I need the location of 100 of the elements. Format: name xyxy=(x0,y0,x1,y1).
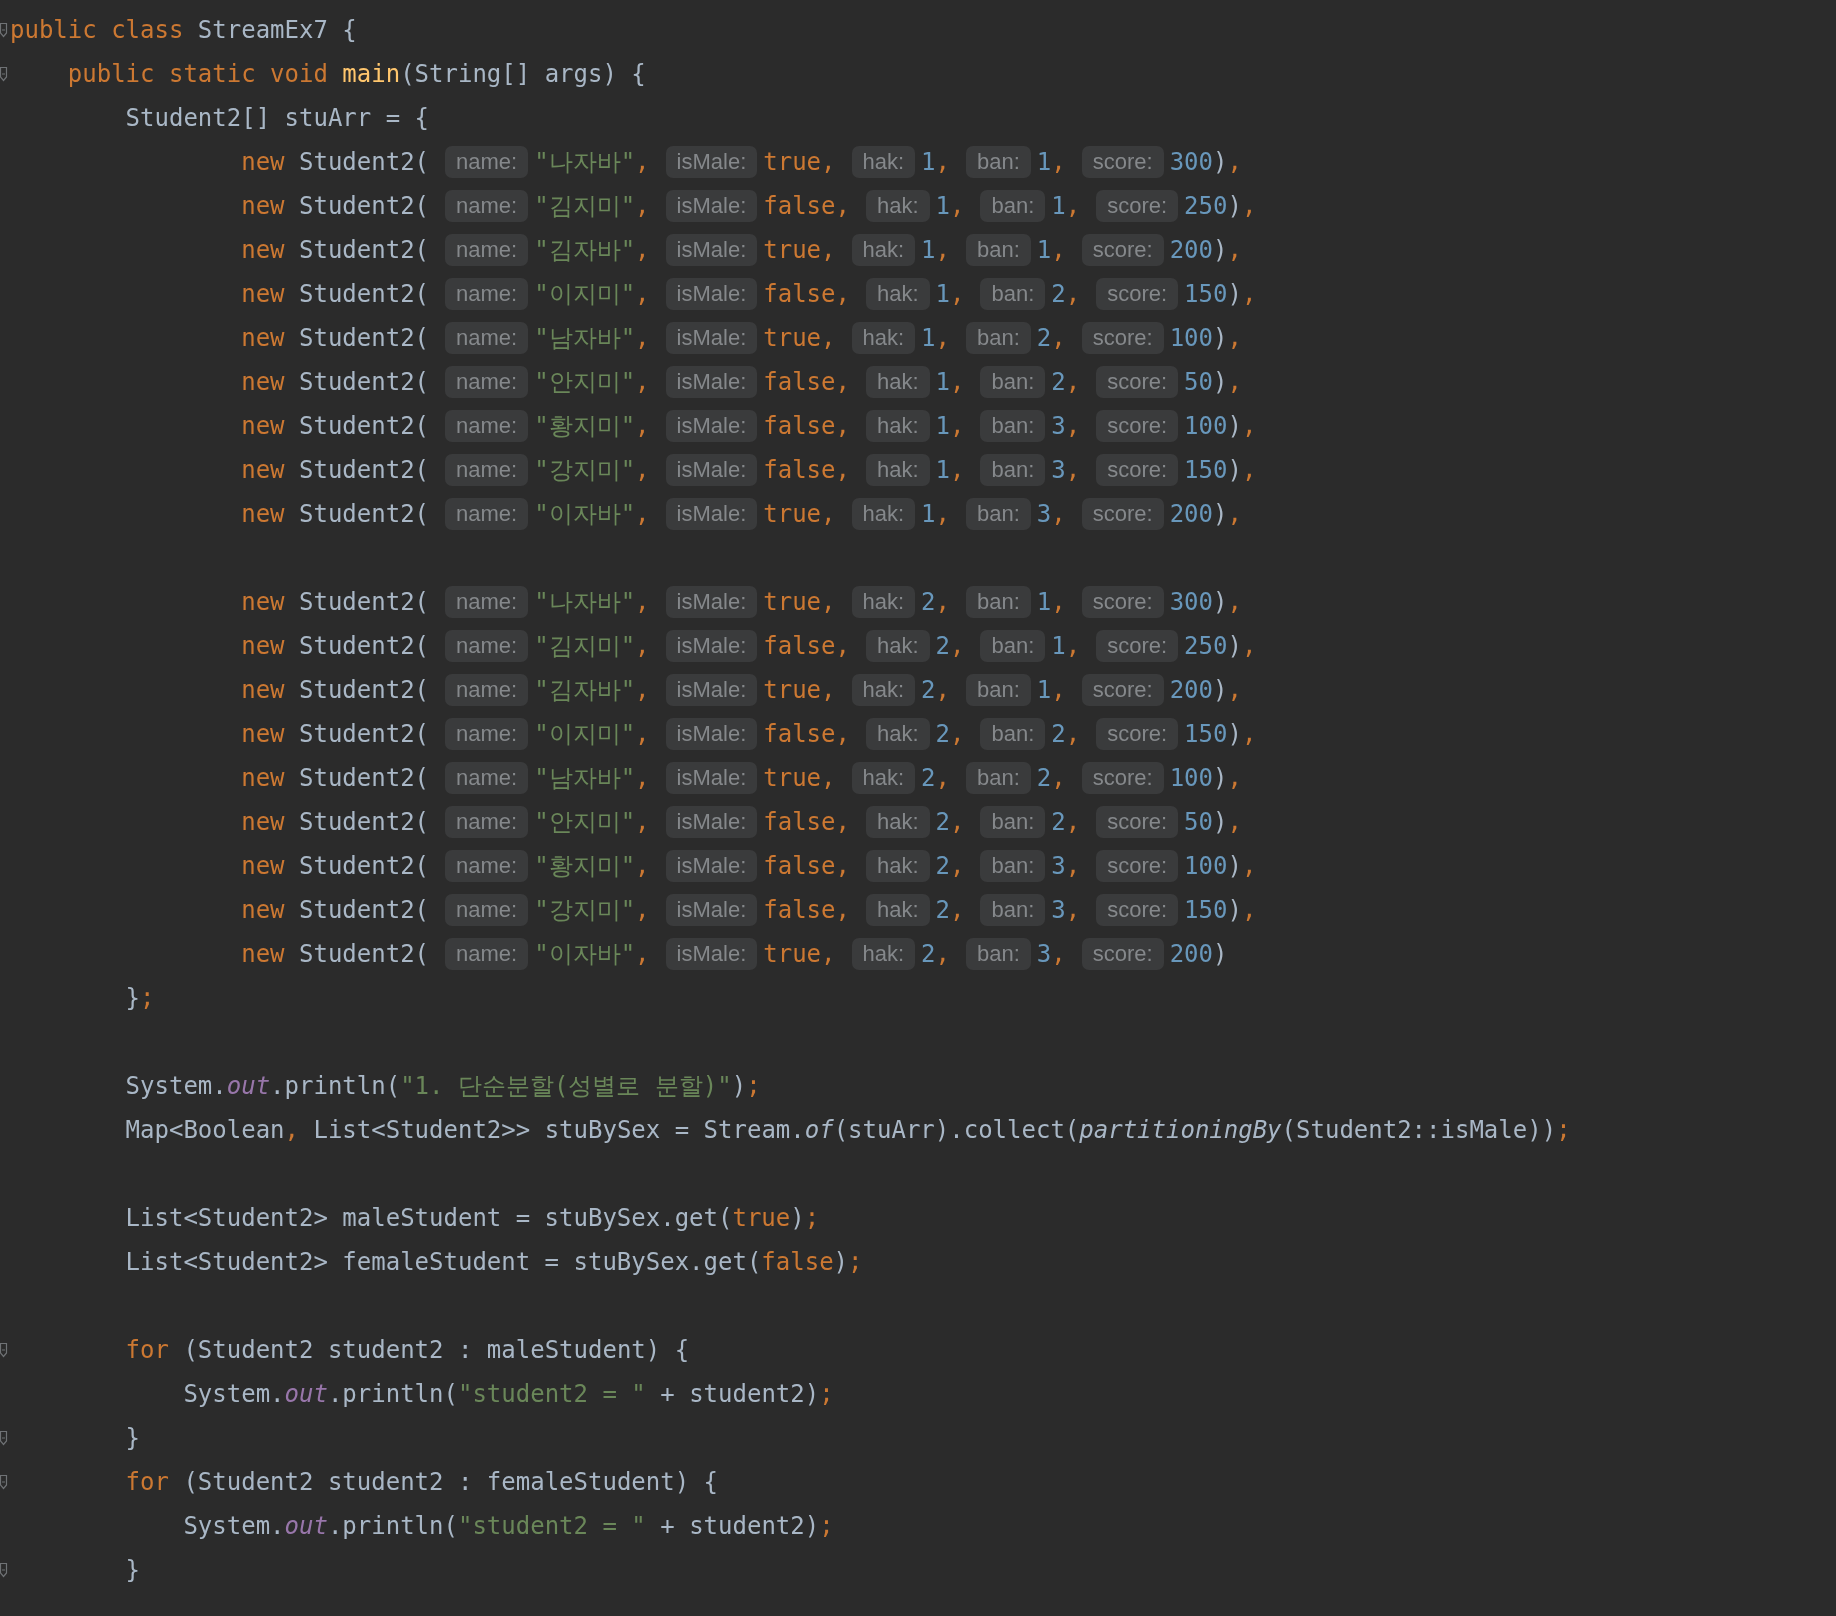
parameter-hint: hak: xyxy=(851,234,916,266)
code-text: new Student2( xyxy=(241,367,430,398)
code-line: public class StreamEx7 { xyxy=(10,15,357,46)
fold-icon[interactable] xyxy=(0,66,8,82)
fold-icon[interactable] xyxy=(0,1562,8,1578)
code-text: 200) xyxy=(1169,939,1228,970)
parameter-hint: isMale: xyxy=(665,630,758,662)
code-text: "김자바", xyxy=(534,675,650,706)
code-text: 300), xyxy=(1169,147,1242,178)
code-text: 100), xyxy=(1169,763,1242,794)
code-text: true, xyxy=(763,763,836,794)
code-text: "나자바", xyxy=(534,147,650,178)
code-text: 2, xyxy=(1051,719,1081,750)
parameter-hint: hak: xyxy=(865,894,930,926)
parameter-hint: hak: xyxy=(865,850,930,882)
parameter-hint: isMale: xyxy=(665,366,758,398)
code-text: false, xyxy=(763,895,850,926)
fold-icon[interactable] xyxy=(0,1342,8,1358)
code-text: 1, xyxy=(1036,675,1066,706)
fold-icon[interactable] xyxy=(0,22,8,38)
code-text: new Student2( xyxy=(241,455,430,486)
parameter-hint: name: xyxy=(445,850,529,882)
code-text: 3, xyxy=(1051,851,1081,882)
code-text: new Student2( xyxy=(241,279,430,310)
code-text: true, xyxy=(763,939,836,970)
code-text: 2, xyxy=(935,851,965,882)
parameter-hint: hak: xyxy=(865,806,930,838)
parameter-hint: isMale: xyxy=(665,146,758,178)
code-text: "강지미", xyxy=(534,455,650,486)
code-text: 1, xyxy=(1036,147,1066,178)
parameter-hint: isMale: xyxy=(665,498,758,530)
code-text: true, xyxy=(763,587,836,618)
code-text: 1, xyxy=(921,323,950,354)
code-line: for (Student2 student2 : maleStudent) { xyxy=(125,1335,690,1366)
parameter-hint: score: xyxy=(1096,366,1179,398)
code-text: 1, xyxy=(1051,631,1081,662)
code-text: 2, xyxy=(921,939,950,970)
fold-icon[interactable] xyxy=(0,1430,8,1446)
code-text: new Student2( xyxy=(241,851,430,882)
code-text: 1, xyxy=(935,455,965,486)
fold-icon[interactable] xyxy=(0,1474,8,1490)
code-text: 150), xyxy=(1184,719,1257,750)
code-text: 300), xyxy=(1169,587,1242,618)
code-line: System.out.println("student2 = " + student2); xyxy=(183,1379,834,1410)
parameter-hint: name: xyxy=(445,718,529,750)
parameter-hint: score: xyxy=(1096,190,1179,222)
parameter-hint: isMale: xyxy=(665,806,758,838)
code-text: 3, xyxy=(1036,499,1066,530)
code-text: 1, xyxy=(935,279,965,310)
code-line: }; xyxy=(125,983,155,1014)
parameter-hint: hak: xyxy=(865,718,930,750)
code-text: 100), xyxy=(1169,323,1242,354)
code-text: 2, xyxy=(921,675,950,706)
code-text: "김지미", xyxy=(534,191,650,222)
parameter-hint: ban: xyxy=(966,498,1031,530)
code-text: new Student2( xyxy=(241,587,430,618)
code-text: 3, xyxy=(1051,455,1081,486)
parameter-hint: ban: xyxy=(966,674,1031,706)
code-text: new Student2( xyxy=(241,719,430,750)
code-text: 1, xyxy=(921,235,950,266)
parameter-hint: ban: xyxy=(966,322,1031,354)
parameter-hint: ban: xyxy=(980,630,1046,662)
code-text: "이지미", xyxy=(534,279,650,310)
parameter-hint: ban: xyxy=(966,762,1031,794)
parameter-hint: isMale: xyxy=(665,850,758,882)
code-text: "이자바", xyxy=(534,939,650,970)
code-text: new Student2( xyxy=(241,675,430,706)
code-text: 200), xyxy=(1169,499,1242,530)
parameter-hint: name: xyxy=(445,454,529,486)
code-text: 3, xyxy=(1051,895,1081,926)
code-text: "안지미", xyxy=(534,807,650,838)
code-text: 2, xyxy=(1036,323,1066,354)
parameter-hint: score: xyxy=(1081,762,1164,794)
code-text: false, xyxy=(763,367,850,398)
parameter-hint: name: xyxy=(445,498,529,530)
parameter-hint: isMale: xyxy=(665,454,758,486)
code-line: Student2[] stuArr = { xyxy=(125,103,430,134)
code-text: new Student2( xyxy=(241,763,430,794)
parameter-hint: ban: xyxy=(980,806,1046,838)
parameter-hint: score: xyxy=(1096,806,1179,838)
code-text: true, xyxy=(763,323,836,354)
code-line: System.out.println("1. 단순분할(성별로 분할)"); xyxy=(125,1071,761,1102)
parameter-hint: score: xyxy=(1096,630,1179,662)
code-text: 100), xyxy=(1184,851,1257,882)
code-text: 1, xyxy=(1051,191,1081,222)
code-text: 3, xyxy=(1051,411,1081,442)
code-text: false, xyxy=(763,455,850,486)
code-text: new Student2( xyxy=(241,411,430,442)
parameter-hint: hak: xyxy=(865,278,930,310)
parameter-hint: ban: xyxy=(980,366,1046,398)
code-line: System.out.println("student2 = " + student2); xyxy=(183,1511,834,1542)
code-text: 2, xyxy=(935,631,965,662)
code-line: for (Student2 student2 : femaleStudent) { xyxy=(125,1467,719,1498)
code-text: "황지미", xyxy=(534,851,650,882)
code-text: 2, xyxy=(1051,807,1081,838)
code-text: 2, xyxy=(921,763,950,794)
parameter-hint: score: xyxy=(1081,234,1164,266)
code-text: "김지미", xyxy=(534,631,650,662)
code-text: 2, xyxy=(1051,367,1081,398)
code-text: 50), xyxy=(1184,367,1242,398)
